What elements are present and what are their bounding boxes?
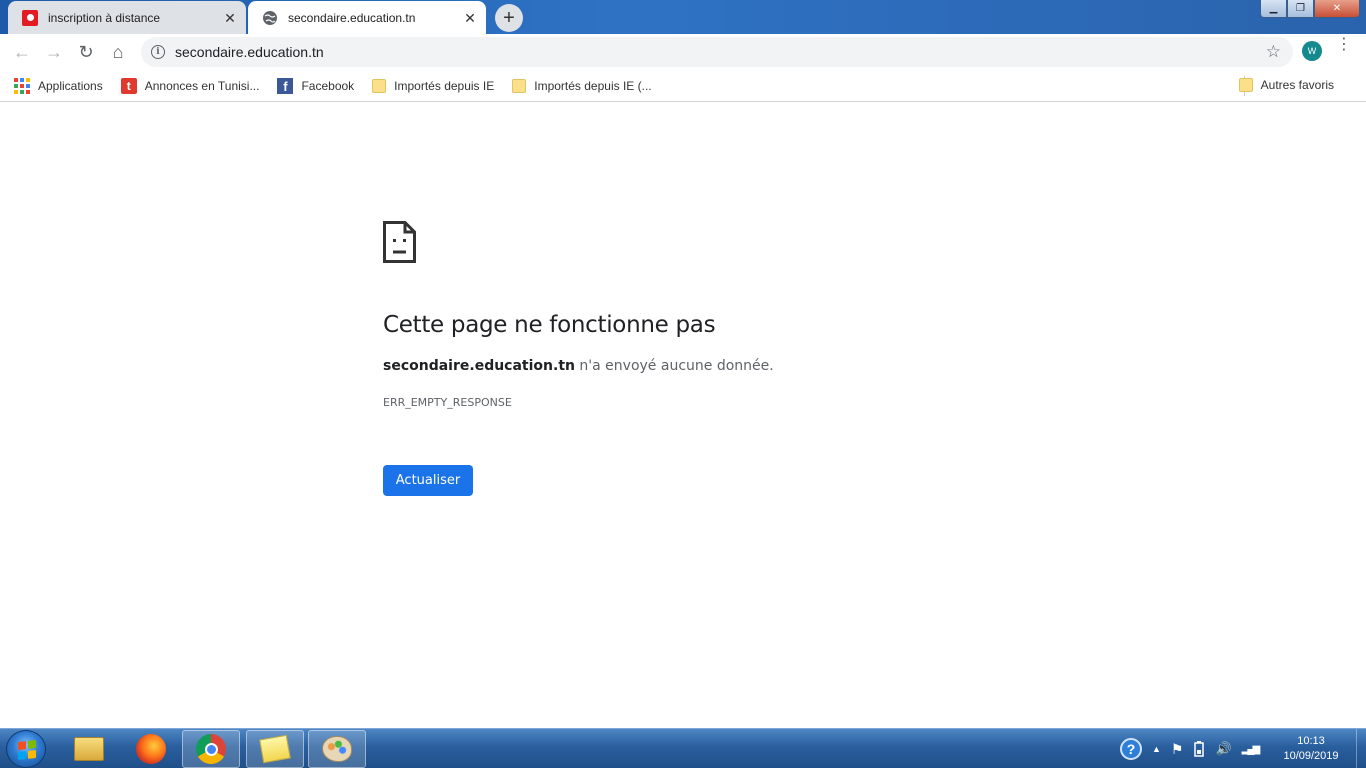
back-button[interactable]: ←: [6, 36, 38, 68]
bookmark-label: Importés depuis IE: [394, 78, 495, 93]
windows-logo-icon: [18, 740, 36, 760]
tab-title: inscription à distance: [48, 10, 161, 25]
minimize-button[interactable]: ▁: [1260, 0, 1287, 18]
address-bar[interactable]: i secondaire.education.tn ☆: [141, 37, 1293, 67]
show-hidden-icons-arrow[interactable]: ▲: [1152, 744, 1161, 754]
taskbar-explorer[interactable]: [60, 730, 118, 768]
browser-tab-strip: inscription à distance ✕ secondaire.educ…: [0, 0, 1366, 34]
tab-secondaire[interactable]: secondaire.education.tn ✕: [248, 1, 486, 34]
taskbar-paint[interactable]: [308, 730, 366, 768]
taskbar-chrome[interactable]: [182, 730, 240, 768]
close-window-button[interactable]: ✕: [1314, 0, 1360, 18]
system-tray: ? ▲ ⚑ 🔊 ▂▄▆: [1120, 729, 1268, 768]
bookmark-label: Autres favoris: [1260, 78, 1334, 92]
clock-time: 10:13: [1297, 735, 1325, 747]
browser-menu-icon[interactable]: ⋮: [1336, 37, 1352, 53]
clock-date: 10/09/2019: [1283, 750, 1339, 762]
url-text[interactable]: secondaire.education.tn: [175, 44, 324, 60]
system-clock[interactable]: 10:13 10/09/2019: [1276, 734, 1346, 764]
bookmark-folder-ie[interactable]: Importés depuis IE: [372, 78, 495, 93]
close-tab-icon[interactable]: ✕: [462, 10, 478, 26]
profile-avatar[interactable]: W: [1302, 41, 1322, 61]
taskbar-sticky-notes[interactable]: [246, 730, 304, 768]
paint-icon: [322, 736, 352, 762]
error-description: secondaire.education.tn n'a envoyé aucun…: [383, 358, 774, 374]
error-host: secondaire.education.tn: [383, 358, 575, 374]
bookmark-folder-ie-2[interactable]: Importés depuis IE (...: [512, 78, 652, 93]
tayara-icon: t: [120, 77, 137, 94]
start-button[interactable]: [6, 730, 46, 768]
tab-title: secondaire.education.tn: [288, 10, 416, 25]
bookmark-label: Applications: [38, 78, 103, 93]
network-signal-icon[interactable]: ▂▄▆: [1242, 744, 1261, 755]
chrome-icon: [196, 734, 226, 764]
tunisia-flag-icon: [22, 9, 38, 26]
reload-button[interactable]: ↻: [70, 36, 102, 68]
firefox-icon: [136, 734, 166, 764]
error-message: n'a envoyé aucune donnée.: [574, 358, 774, 374]
reload-page-button[interactable]: Actualiser: [383, 465, 473, 496]
tab-inscription[interactable]: inscription à distance ✕: [8, 1, 246, 34]
folder-icon: [1238, 78, 1253, 92]
folder-icon: [372, 78, 387, 93]
bookmark-annonces[interactable]: t Annonces en Tunisi...: [120, 77, 260, 94]
sad-page-icon: [383, 221, 416, 263]
bookmark-label: Facebook: [301, 78, 355, 93]
bookmark-label: Importés depuis IE (...: [534, 78, 652, 93]
help-icon[interactable]: ?: [1120, 738, 1142, 760]
globe-icon: [262, 10, 278, 26]
new-tab-button[interactable]: +: [495, 4, 523, 32]
bookmark-other-favorites[interactable]: Autres favoris: [1238, 78, 1334, 92]
window-controls: ▁ ❐ ✕: [1260, 0, 1360, 18]
bookmark-applications[interactable]: Applications: [14, 77, 103, 94]
close-tab-icon[interactable]: ✕: [222, 10, 238, 26]
site-info-icon[interactable]: i: [151, 45, 165, 59]
bookmarks-bar: Applications t Annonces en Tunisi... f F…: [0, 70, 1366, 102]
apps-grid-icon: [14, 77, 30, 94]
browser-toolbar: ← → ↻ ⌂ i secondaire.education.tn ☆ W ⋮: [0, 34, 1366, 70]
facebook-icon: f: [277, 77, 294, 94]
forward-button[interactable]: →: [38, 36, 70, 68]
sticky-notes-icon: [259, 734, 291, 764]
error-code: ERR_EMPTY_RESPONSE: [383, 396, 512, 409]
explorer-icon: [74, 737, 104, 761]
folder-icon: [512, 78, 527, 93]
bookmark-label: Annonces en Tunisi...: [144, 78, 260, 93]
show-desktop-button[interactable]: [1356, 729, 1366, 768]
home-button[interactable]: ⌂: [102, 36, 134, 68]
error-title: Cette page ne fonctionne pas: [383, 312, 716, 338]
bookmark-star-icon[interactable]: ☆: [1266, 42, 1281, 62]
taskbar-firefox[interactable]: [122, 730, 180, 768]
restore-button[interactable]: ❐: [1287, 0, 1314, 18]
volume-icon[interactable]: 🔊: [1215, 741, 1231, 757]
bookmark-facebook[interactable]: f Facebook: [277, 77, 355, 94]
windows-taskbar: ? ▲ ⚑ 🔊 ▂▄▆ 10:13 10/09/2019: [0, 728, 1366, 768]
action-center-flag-icon[interactable]: ⚑: [1171, 741, 1184, 758]
power-icon[interactable]: [1193, 741, 1205, 757]
